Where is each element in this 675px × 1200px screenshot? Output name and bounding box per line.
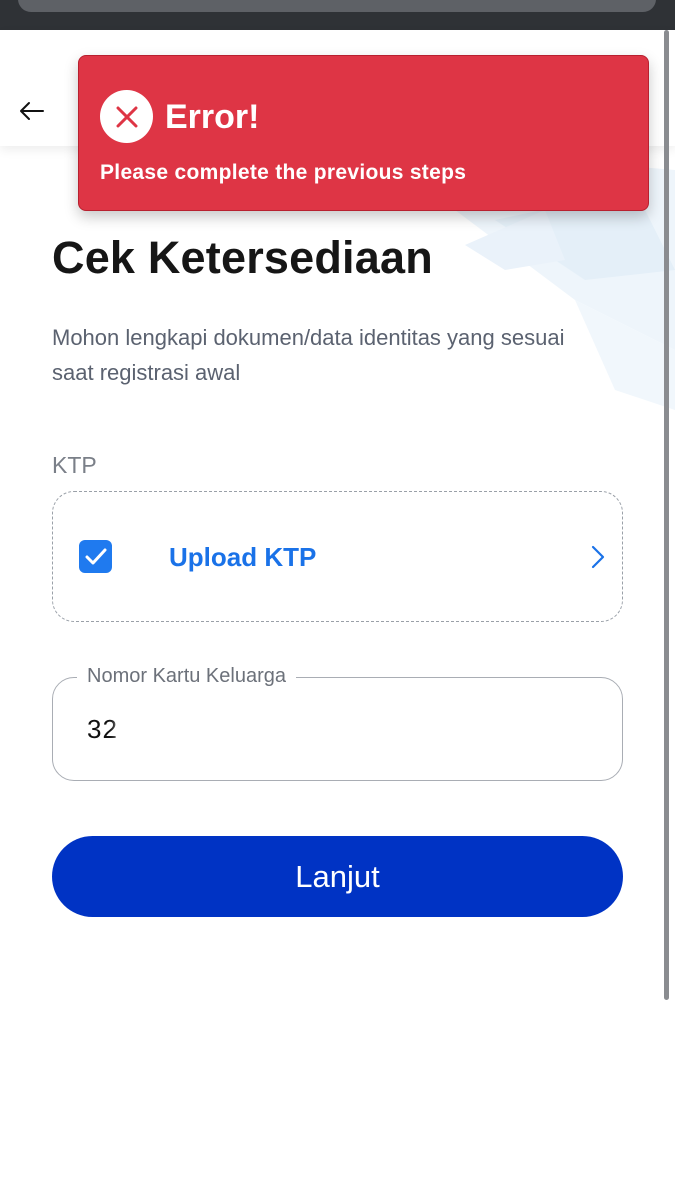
- close-circle-icon[interactable]: [100, 90, 153, 143]
- lanjut-button[interactable]: Lanjut: [52, 836, 623, 917]
- checkbox-checked-icon[interactable]: [79, 540, 112, 573]
- kk-number-label: Nomor Kartu Keluarga: [77, 665, 296, 688]
- error-toast[interactable]: Error! Please complete the previous step…: [78, 55, 649, 211]
- upload-ktp-label[interactable]: Upload KTP: [169, 542, 316, 573]
- chevron-right-icon: [591, 545, 605, 569]
- back-button[interactable]: [14, 93, 50, 129]
- upload-ktp-card[interactable]: Upload KTP: [52, 491, 623, 622]
- toast-message: Please complete the previous steps: [100, 161, 467, 184]
- kk-number-value[interactable]: 32: [87, 714, 118, 745]
- browser-url-bar[interactable]: [18, 0, 656, 12]
- arrow-left-icon: [20, 102, 44, 120]
- page-scrollbar[interactable]: [664, 30, 669, 1000]
- kk-number-field[interactable]: Nomor Kartu Keluarga 32: [52, 665, 623, 781]
- browser-top-bar: [0, 0, 675, 30]
- toast-title: Error!: [165, 98, 260, 136]
- page-description: Mohon lengkapi dokumen/data identitas ya…: [52, 325, 565, 385]
- redacted-value-blur: [117, 710, 407, 750]
- page-title: Cek Ketersediaan: [52, 232, 433, 283]
- ktp-section-label: KTP: [52, 452, 97, 478]
